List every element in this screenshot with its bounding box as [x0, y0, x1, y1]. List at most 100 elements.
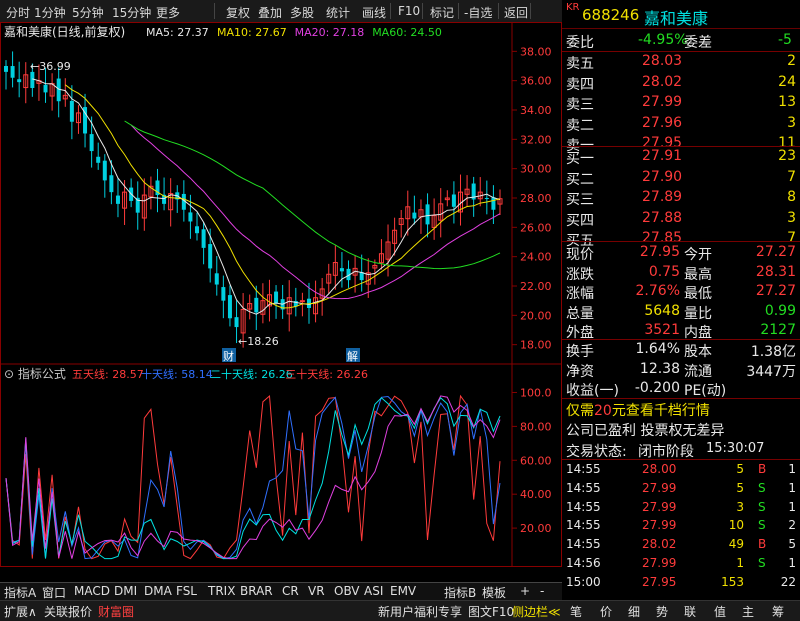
trade-vol-6: 153 — [721, 574, 744, 589]
indicator-tab-2[interactable]: MACD — [74, 584, 110, 598]
candle-body — [4, 66, 8, 72]
price-tick-label-5: 28.00 — [520, 192, 552, 205]
toolbar-item-7[interactable]: 多股 — [290, 4, 314, 21]
side-tab-6[interactable]: 主 — [742, 603, 754, 620]
toolbar-item-12[interactable]: -自选 — [464, 4, 492, 21]
stat-label-3: 总量 — [566, 305, 594, 322]
divider — [562, 398, 800, 399]
stat-label-1: 涨跌 — [566, 266, 594, 283]
remove-tab-button[interactable]: - — [540, 584, 544, 598]
toolbar-separator — [530, 3, 531, 19]
toolbar-item-6[interactable]: 叠加 — [258, 4, 282, 21]
status-item-1[interactable]: 关联报价 — [44, 603, 92, 620]
bid-price-3: 27.88 — [642, 209, 683, 226]
trade-time-2: 14:55 — [566, 499, 601, 514]
side-tab-4[interactable]: 联 — [684, 603, 696, 620]
candle-body — [484, 197, 489, 199]
toolbar-item-10[interactable]: F10 — [398, 4, 420, 18]
indicator-tab-3[interactable]: DMI — [114, 584, 137, 598]
toolbar-separator — [422, 3, 423, 19]
bid-vol-0: 23 — [778, 148, 796, 164]
trade-time-6: 15:00 — [566, 574, 601, 589]
candle-body — [339, 268, 344, 272]
status-right-0[interactable]: 新用户福利专享 — [378, 603, 462, 620]
indicator-tab-4[interactable]: DMA — [144, 584, 172, 598]
indicator-tab-11[interactable]: ASI — [364, 584, 383, 598]
trade-count-6: 22 — [780, 574, 796, 589]
kline-chart[interactable]: 嘉和美康(日线,前复权) MA5: 27.37 MA10: 27.67 MA20: 2… — [0, 22, 562, 581]
price-tick-label-0: 38.00 — [520, 45, 552, 58]
candle-body — [188, 212, 193, 222]
price-tick-label-7: 24.00 — [520, 251, 552, 264]
info-label2-1: 流通 — [684, 363, 712, 380]
candle-body — [208, 244, 213, 269]
side-tab-0[interactable]: 笔 — [570, 603, 582, 620]
indicator-tab-1[interactable]: 窗口 — [42, 584, 66, 601]
toolbar-item-9[interactable]: 画线 — [362, 4, 386, 21]
toolbar-item-2[interactable]: 5分钟 — [72, 4, 104, 21]
toolbar-item-8[interactable]: 统计 — [326, 4, 350, 21]
toolbar-item-3[interactable]: 15分钟 — [112, 4, 151, 21]
stat-label-0: 现价 — [566, 247, 594, 263]
toolbar-item-4[interactable]: 更多 — [156, 4, 180, 21]
indicator-label-0: 五天线: 28.57 — [72, 367, 144, 381]
trade-count-0: 1 — [788, 462, 796, 476]
stat-value2-2: 27.27 — [755, 283, 796, 299]
bid-vol-1: 7 — [787, 168, 796, 185]
info-value-2: -0.200 — [634, 380, 680, 396]
ask-label-3: 卖二 — [566, 117, 594, 134]
ind-tick-label-2: 60.00 — [520, 454, 552, 467]
ind-tick-label-4: 20.00 — [520, 522, 552, 535]
status-right-1[interactable]: 图文F10 — [468, 603, 514, 620]
indicator-tab-9[interactable]: VR — [308, 584, 325, 598]
chart-area[interactable]: 嘉和美康(日线,前复权) MA5: 27.37 MA10: 27.67 MA20: 2… — [0, 22, 562, 581]
indicator-tab-13[interactable]: 指标B — [444, 584, 476, 601]
toolbar-separator — [498, 3, 499, 19]
side-tab-2[interactable]: 细 — [628, 603, 640, 620]
candle-body — [30, 71, 35, 88]
side-tab-5[interactable]: 值 — [714, 603, 726, 620]
toolbar-item-13[interactable]: 返回 — [504, 4, 528, 21]
candle-body — [425, 204, 430, 225]
stock-code: 688246 — [582, 6, 640, 24]
info-label-0: 换手 — [566, 344, 594, 360]
candle-body — [17, 79, 22, 83]
side-tab-3[interactable]: 势 — [656, 603, 668, 620]
toolbar-item-0[interactable]: 分时 — [6, 4, 30, 21]
trade-dir-4: B — [758, 537, 767, 552]
candle-body — [234, 317, 239, 328]
bid-vol-2: 8 — [787, 189, 796, 205]
stat-value-3: 5648 — [644, 302, 680, 319]
divider — [562, 146, 800, 147]
indicator-tab-5[interactable]: FSL — [176, 584, 197, 598]
toolbar-item-11[interactable]: 标记 — [430, 4, 454, 21]
trade-vol-5: 1 — [736, 556, 744, 570]
divider — [562, 241, 800, 242]
indicator-tab-14[interactable]: 模板 — [482, 584, 506, 601]
indicator-tab-0[interactable]: 指标A — [4, 584, 36, 601]
candle-body — [299, 300, 305, 303]
stat-value2-3: 0.99 — [764, 302, 796, 319]
status-right-2[interactable]: 侧边栏≪ — [512, 603, 561, 620]
add-tab-button[interactable]: + — [520, 584, 530, 598]
toolbar-item-5[interactable]: 复权 — [226, 4, 250, 21]
side-tab-7[interactable]: 筹 — [772, 603, 784, 620]
toolbar-separator — [458, 3, 459, 19]
bid-price-1: 27.90 — [642, 168, 683, 185]
side-tab-1[interactable]: 价 — [600, 603, 612, 620]
price-tick-label-2: 34.00 — [520, 104, 552, 117]
indicator-tab-6[interactable]: TRIX — [208, 584, 235, 598]
indicator-tab-8[interactable]: CR — [282, 584, 299, 598]
candle-body — [102, 160, 107, 181]
indicator-tab-12[interactable]: EMV — [390, 584, 416, 598]
promo-link[interactable]: 仅需20元查看千档行情 — [566, 400, 710, 420]
price-tick-label-6: 26.00 — [520, 221, 552, 234]
toolbar-item-1[interactable]: 1分钟 — [34, 4, 66, 21]
status-item-0[interactable]: 扩展∧ — [4, 603, 37, 620]
ask-price-1: 28.02 — [642, 73, 683, 90]
indicator-tab-10[interactable]: OBV — [334, 584, 360, 598]
trade-dir-5: S — [758, 556, 766, 570]
status-item-2[interactable]: 财富圈 — [98, 603, 134, 620]
indicator-tab-7[interactable]: BRAR — [240, 584, 273, 598]
trade-price-0: 28.00 — [642, 462, 677, 476]
